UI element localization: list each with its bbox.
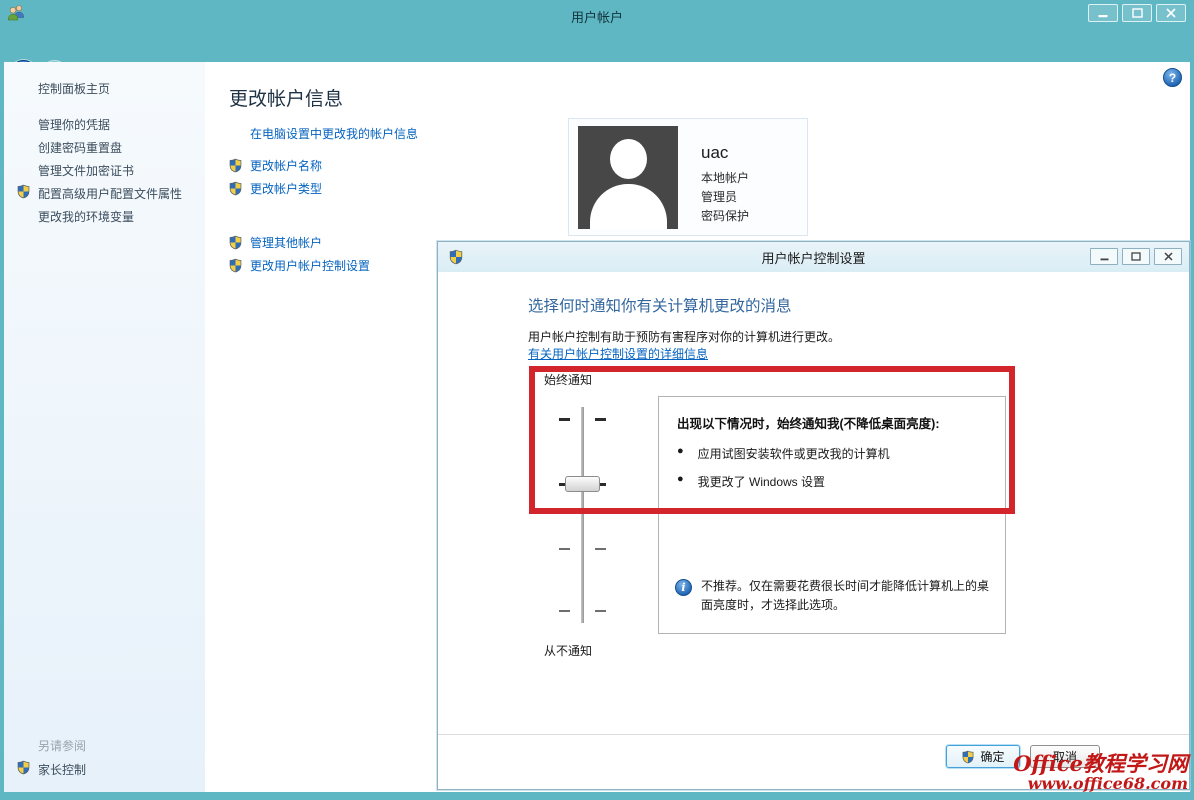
uac-settings-dialog: 用户帐户控制设置 选择何时通知你有关计算机更改的消息 用户帐户控制有助于预防有害… [437, 241, 1190, 790]
account-role: 管理员 [701, 188, 737, 205]
uac-slider-thumb[interactable] [565, 476, 600, 492]
see-also-header: 另请参阅 [38, 737, 86, 754]
slider-tick [595, 418, 606, 421]
uac-details-link[interactable]: 有关用户帐户控制设置的详细信息 [528, 345, 708, 362]
uac-shield-icon [228, 158, 243, 173]
notify-note-row: i 不推荐。仅在需要花费很长时间才能降低计算机上的桌面亮度时，才选择此选项。 [675, 577, 997, 614]
footer-divider [438, 734, 1189, 735]
slider-tick [559, 548, 570, 550]
uac-shield-icon [228, 181, 243, 196]
task-row: 更改帐户类型 [228, 180, 322, 197]
notify-bullet-item: ● 我更改了 Windows 设置 [677, 473, 997, 490]
sidebar: 控制面板主页 管理你的凭据 创建密码重置盘 管理文件加密证书 配置高级用户配置文… [4, 62, 205, 792]
dialog-maximize-button[interactable] [1122, 248, 1150, 265]
change-uac-settings-link[interactable]: 更改用户帐户控制设置 [250, 257, 370, 274]
sidebar-item-advanced-user-profiles[interactable]: 配置高级用户配置文件属性 [38, 185, 182, 202]
dialog-close-button[interactable] [1154, 248, 1182, 265]
slider-top-label: 始终通知 [544, 371, 592, 388]
window-controls [1088, 4, 1186, 22]
desktop-root: { "window": { "title": "用户帐户" }, "navbar… [0, 0, 1194, 800]
watermark: Office教程学习网 www.office68.com [1013, 752, 1188, 793]
avatar-torso-shape [590, 184, 667, 229]
uac-shield-icon [228, 235, 243, 250]
sidebar-item-control-panel-home[interactable]: 控制面板主页 [38, 80, 110, 97]
account-protection: 密码保护 [701, 207, 749, 224]
window-title: 用户帐户 [0, 7, 1194, 26]
watermark-line2: www.office68.com [1013, 775, 1188, 793]
uac-shield-icon [961, 750, 975, 764]
change-account-type-link[interactable]: 更改帐户类型 [250, 180, 322, 197]
sidebar-item-create-password-reset-disk[interactable]: 创建密码重置盘 [38, 139, 122, 156]
help-icon[interactable]: ? [1163, 68, 1182, 87]
sidebar-item-change-environment-variables[interactable]: 更改我的环境变量 [38, 208, 134, 225]
dialog-description: 用户帐户控制有助于预防有害程序对你的计算机进行更改。 [528, 328, 840, 345]
uac-shield-icon [228, 258, 243, 273]
notify-box-title: 出现以下情况时，始终通知我(不降低桌面亮度): [677, 413, 992, 432]
info-icon: i [675, 579, 692, 596]
change-account-name-link[interactable]: 更改帐户名称 [250, 157, 322, 174]
notify-bullet-text: 我更改了 Windows 设置 [698, 473, 825, 490]
ok-button[interactable]: 确定 [946, 745, 1020, 768]
navigation-bar: ▾ ▸ 控制面板 ▸ 用户帐户和家庭安全 ▸ 用户帐户 ▾ [0, 28, 1194, 62]
notify-description-box: 出现以下情况时，始终通知我(不降低桌面亮度): ● 应用试图安装软件或更改我的计… [658, 396, 1006, 634]
notify-bullet-text: 应用试图安装软件或更改我的计算机 [698, 445, 890, 462]
dialog-minimize-button[interactable] [1090, 248, 1118, 265]
dialog-title: 用户帐户控制设置 [438, 248, 1189, 267]
dialog-window-controls [1090, 248, 1182, 265]
uac-shield-icon [16, 184, 31, 199]
uac-slider-track[interactable] [581, 407, 584, 623]
dialog-instruction: 选择何时通知你有关计算机更改的消息 [528, 294, 792, 316]
account-name: uac [701, 143, 728, 163]
avatar-head-shape [610, 139, 647, 179]
ok-button-label: 确定 [980, 748, 1004, 765]
watermark-line1: Office教程学习网 [1013, 752, 1188, 775]
account-type: 本地帐户 [701, 169, 749, 186]
task-row: 更改用户帐户控制设置 [228, 257, 370, 274]
dialog-titlebar: 用户帐户控制设置 [438, 242, 1189, 272]
slider-tick [595, 548, 606, 550]
account-avatar [578, 126, 678, 229]
manage-other-accounts-link[interactable]: 管理其他帐户 [250, 234, 322, 251]
slider-tick [559, 418, 570, 421]
bullet-icon: ● [677, 445, 684, 462]
maximize-button[interactable] [1122, 4, 1152, 22]
bullet-icon: ● [677, 473, 684, 490]
notify-note-text: 不推荐。仅在需要花费很长时间才能降低计算机上的桌面亮度时，才选择此选项。 [701, 577, 997, 614]
uac-shield-icon [16, 760, 31, 775]
window-titlebar: 用户帐户 [0, 0, 1194, 28]
account-card: uac 本地帐户 管理员 密码保护 [568, 118, 808, 236]
slider-bottom-label: 从不通知 [544, 642, 592, 659]
sidebar-item-parental-controls[interactable]: 家长控制 [38, 761, 86, 778]
pc-settings-link[interactable]: 在电脑设置中更改我的帐户信息 [250, 125, 418, 142]
task-row: 管理其他帐户 [228, 234, 322, 251]
close-button[interactable] [1156, 4, 1186, 22]
page-title: 更改帐户信息 [229, 84, 343, 111]
notify-bullet-item: ● 应用试图安装软件或更改我的计算机 [677, 445, 997, 462]
task-row: 更改帐户名称 [228, 157, 322, 174]
slider-tick [595, 610, 606, 612]
sidebar-item-manage-file-encryption-certs[interactable]: 管理文件加密证书 [38, 162, 134, 179]
minimize-button[interactable] [1088, 4, 1118, 22]
slider-tick [559, 610, 570, 612]
sidebar-item-manage-credentials[interactable]: 管理你的凭据 [38, 116, 110, 133]
